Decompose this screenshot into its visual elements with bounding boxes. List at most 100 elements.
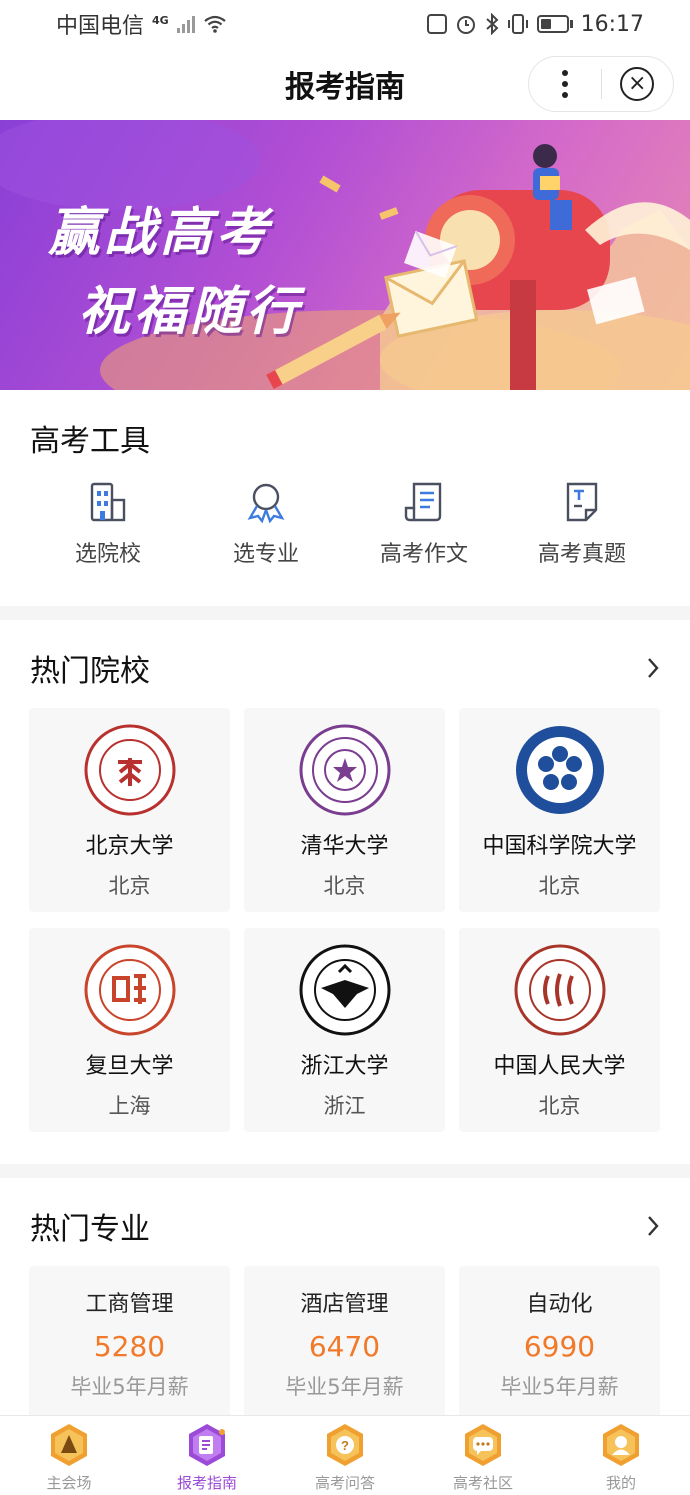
school-name: 中国人民大学	[493, 1054, 626, 1079]
fudan-university-logo	[84, 944, 175, 1036]
school-city: 浙江	[323, 1094, 366, 1118]
tab-mine[interactable]: 我的	[552, 1416, 690, 1495]
carrier-label: 中国电信	[56, 14, 145, 39]
more-dots-icon	[561, 70, 568, 98]
tab-community[interactable]: 高考社区	[414, 1416, 552, 1495]
hot-schools-section: 热门院校 北京大学 北京 清华大学 北京 中国科学院大学 北京 复旦大学 上海 …	[0, 620, 690, 1165]
document-icon	[404, 482, 442, 522]
tool-list: 选院校 选专业 高考作文 高考真题	[0, 480, 690, 568]
tab-main-venue[interactable]: 主会场	[0, 1416, 138, 1495]
nav-bar: 报考指南 ×	[0, 48, 690, 120]
tab-label: 主会场	[46, 1474, 92, 1492]
school-card[interactable]: 中国科学院大学 北京	[459, 708, 660, 912]
section-title: 热门院校	[30, 654, 150, 689]
school-grid: 北京大学 北京 清华大学 北京 中国科学院大学 北京 复旦大学 上海 浙江大学 …	[29, 708, 660, 1132]
tool-essay[interactable]: 高考作文	[345, 480, 503, 568]
major-salary: 6990	[523, 1330, 596, 1363]
banner-line-2: 祝福随行	[78, 281, 303, 342]
profile-tab-icon	[603, 1424, 639, 1466]
exam-tools-section: 高考工具 选院校 选专业 高考作文 高考真题	[0, 390, 690, 606]
major-card[interactable]: 酒店管理 6470 毕业5年月薪	[244, 1266, 445, 1415]
community-tab-icon	[465, 1424, 501, 1466]
signal-icon	[176, 15, 195, 33]
school-name: 北京大学	[85, 834, 174, 859]
school-city: 上海	[108, 1094, 151, 1118]
tab-label: 高考社区	[452, 1474, 513, 1492]
banner-line-1: 赢战高考	[48, 202, 273, 263]
school-card[interactable]: 浙江大学 浙江	[244, 928, 445, 1132]
school-name: 浙江大学	[300, 1054, 389, 1079]
salary-label: 毕业5年月薪	[285, 1375, 404, 1399]
school-name: 清华大学	[300, 834, 389, 859]
tool-past-papers[interactable]: 高考真题	[503, 480, 661, 568]
chevron-right-icon[interactable]	[646, 657, 660, 679]
tab-label: 高考问答	[314, 1474, 375, 1492]
tool-label: 选院校	[74, 542, 141, 567]
school-card[interactable]: 中国人民大学 北京	[459, 928, 660, 1132]
status-right: 16:17	[426, 11, 644, 37]
tool-label: 选专业	[232, 542, 299, 567]
bluetooth-icon	[485, 13, 499, 35]
tool-label: 高考作文	[379, 542, 468, 567]
home-tab-icon	[51, 1424, 87, 1466]
tool-choose-school[interactable]: 选院校	[29, 480, 187, 568]
school-name: 复旦大学	[85, 1054, 174, 1079]
ucas-logo	[515, 726, 604, 814]
school-card[interactable]: 清华大学 北京	[244, 708, 445, 912]
tool-label: 高考真题	[537, 542, 626, 567]
chevron-right-icon[interactable]	[646, 1215, 660, 1237]
section-title: 热门专业	[30, 1212, 150, 1247]
major-card[interactable]: 工商管理 5280 毕业5年月薪	[29, 1266, 230, 1415]
tab-label: 我的	[605, 1474, 636, 1492]
nfc-icon	[426, 14, 447, 34]
battery-icon	[536, 15, 573, 33]
question-tab-icon: ?	[327, 1424, 363, 1466]
guide-tab-icon	[189, 1424, 225, 1466]
status-bar: 中国电信 4G 16:17	[0, 0, 690, 48]
wifi-icon	[204, 15, 226, 33]
svg-text:?: ?	[341, 1438, 349, 1453]
school-card[interactable]: 复旦大学 上海	[29, 928, 230, 1132]
close-icon: ×	[620, 67, 655, 101]
major-salary: 5280	[93, 1330, 166, 1363]
school-city: 北京	[538, 874, 581, 898]
award-icon	[247, 483, 285, 524]
renmin-university-logo	[514, 944, 605, 1036]
banner-slogan: 赢战高考 祝福随行	[48, 190, 302, 344]
clock: 16:17	[580, 11, 644, 37]
section-divider	[0, 606, 690, 620]
tab-exam-qa[interactable]: ? 高考问答	[276, 1416, 414, 1495]
peking-university-logo	[84, 724, 175, 816]
more-button[interactable]	[529, 57, 601, 111]
hot-majors-section: 热门专业 工商管理 5280 毕业5年月薪 酒店管理 6470 毕业5年月薪 自…	[0, 1178, 690, 1415]
major-name: 自动化	[526, 1292, 593, 1317]
salary-label: 毕业5年月薪	[70, 1375, 189, 1399]
school-city: 北京	[323, 874, 366, 898]
tab-exam-guide[interactable]: 报考指南	[138, 1416, 276, 1495]
major-card[interactable]: 自动化 6990 毕业5年月薪	[459, 1266, 660, 1415]
close-button[interactable]: ×	[602, 57, 674, 111]
promo-banner[interactable]: 赢战高考 祝福随行	[0, 120, 690, 390]
vibrate-icon	[507, 14, 528, 34]
building-icon	[90, 482, 126, 522]
page-title: 报考指南	[285, 70, 405, 105]
tsinghua-university-logo	[299, 724, 390, 816]
major-salary: 6470	[308, 1330, 381, 1363]
exam-paper-icon	[566, 482, 598, 522]
school-name: 中国科学院大学	[482, 834, 637, 859]
status-left: 中国电信 4G	[56, 8, 227, 40]
school-city: 北京	[108, 874, 151, 898]
tab-label: 报考指南	[176, 1474, 237, 1492]
network-type: 4G	[152, 14, 169, 27]
major-name: 酒店管理	[300, 1292, 389, 1317]
salary-label: 毕业5年月薪	[500, 1375, 619, 1399]
major-list: 工商管理 5280 毕业5年月薪 酒店管理 6470 毕业5年月薪 自动化 69…	[29, 1266, 660, 1415]
tab-bar: 主会场 报考指南 ? 高考问答 高考社区 我的	[0, 1415, 690, 1495]
mini-program-capsule: ×	[528, 56, 674, 112]
school-card[interactable]: 北京大学 北京	[29, 708, 230, 912]
section-header[interactable]: 热门专业	[30, 1204, 660, 1248]
tool-choose-major[interactable]: 选专业	[187, 480, 345, 568]
section-title: 高考工具	[30, 424, 150, 459]
school-city: 北京	[538, 1094, 581, 1118]
section-header[interactable]: 热门院校	[30, 646, 660, 690]
